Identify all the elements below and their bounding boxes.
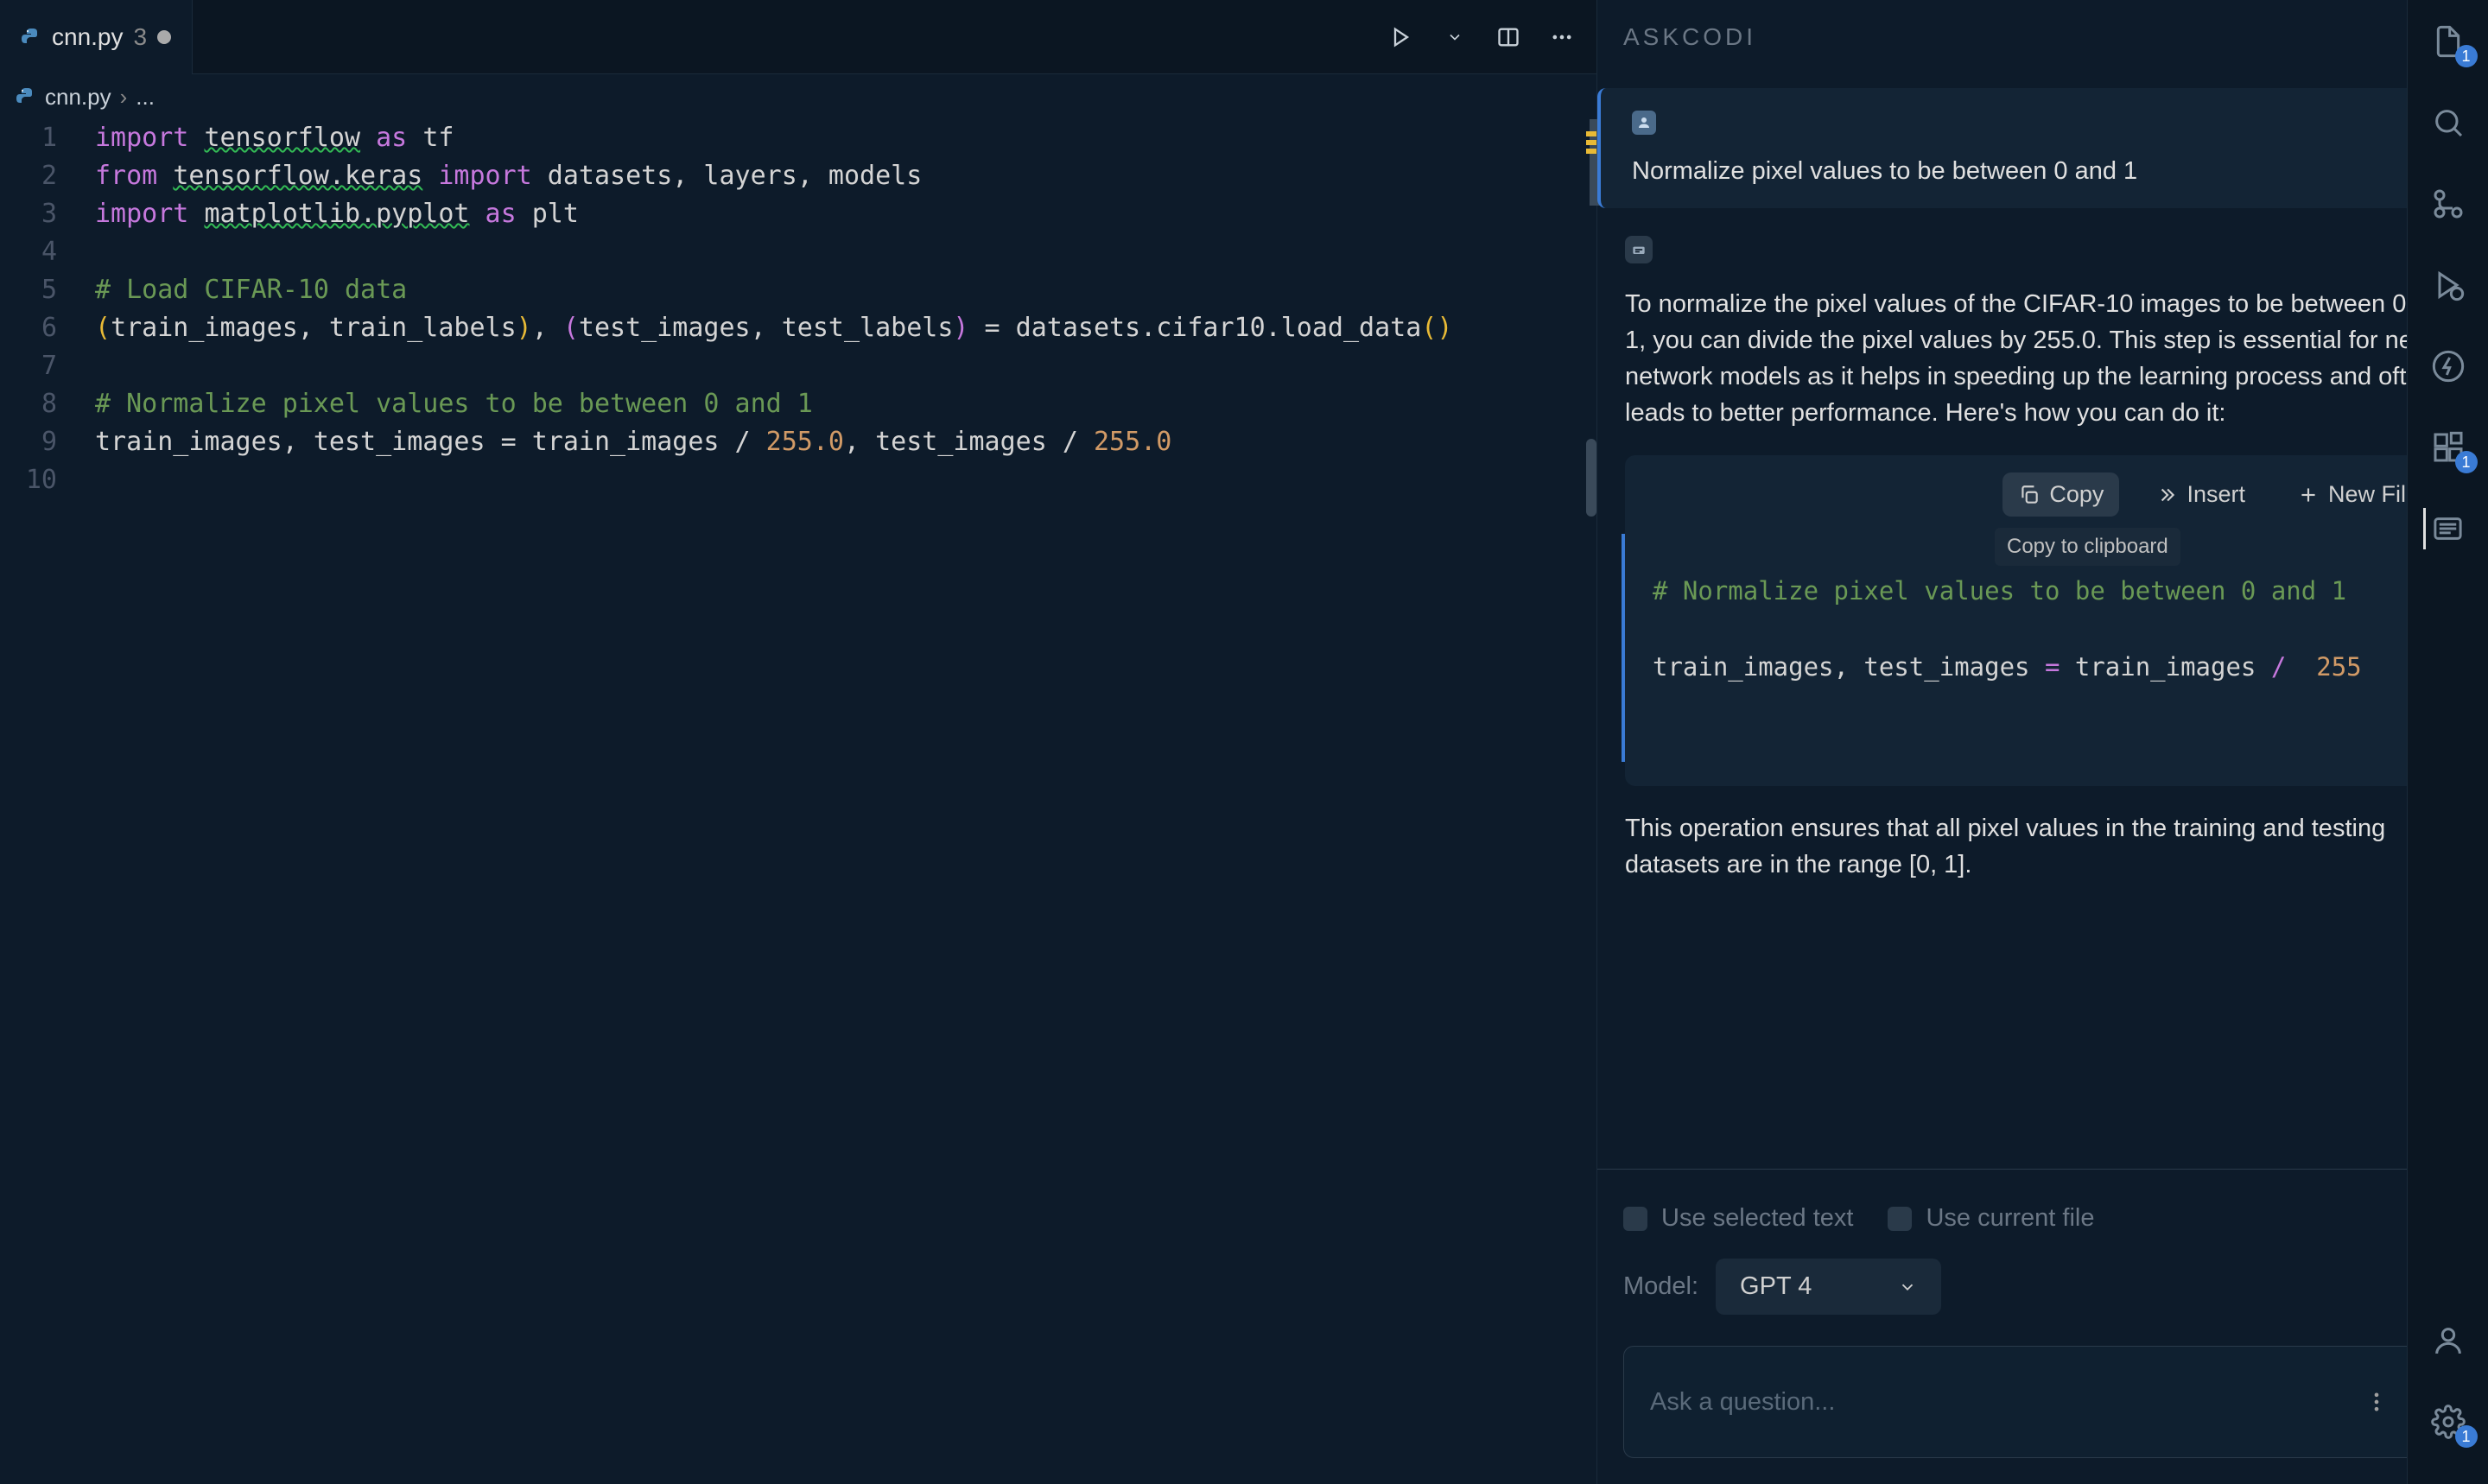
tab-bar: cnn.py 3: [0, 0, 1596, 74]
chat-header: ASKCODI: [1597, 0, 2488, 74]
checkbox-icon: [1623, 1207, 1647, 1231]
pane-resize-handle[interactable]: [1586, 439, 1596, 517]
chat-pane: ASKCODI Normalize pixel values to be bet…: [1596, 0, 2488, 1484]
breadcrumb-file: cnn.py: [45, 84, 111, 111]
ai-response-text: To normalize the pixel values of the CIF…: [1625, 286, 2460, 431]
run-debug-icon[interactable]: [2428, 264, 2469, 306]
model-label: Model:: [1623, 1272, 1698, 1301]
copy-label: Copy: [2049, 481, 2104, 508]
scroll-marker: [1586, 140, 1596, 145]
new-file-label: New File: [2328, 481, 2419, 508]
breadcrumb[interactable]: cnn.py › ...: [0, 74, 1596, 119]
chat-footer: Use selected text Use current file Model…: [1597, 1169, 2488, 1484]
code-snippet-block: Copy Insert New File Copy to clipboard #…: [1625, 455, 2460, 786]
search-icon[interactable]: [2428, 102, 2469, 143]
user-avatar-icon: [1632, 111, 1656, 135]
more-actions-button[interactable]: [1548, 23, 1576, 51]
code-snippet: # Normalize pixel values to be between 0…: [1622, 534, 2460, 762]
tab-filename: cnn.py: [52, 23, 124, 51]
editor-pane: cnn.py 3: [0, 0, 1596, 1484]
insert-button[interactable]: Insert: [2140, 472, 2261, 517]
run-button[interactable]: [1387, 23, 1415, 51]
chevron-down-icon: [1898, 1278, 1917, 1297]
line-gutter: 1 2 3 4 5 6 7 8 9 10: [0, 119, 95, 1484]
chat-input[interactable]: Ask a question...: [1623, 1346, 2462, 1458]
insert-label: Insert: [2187, 481, 2245, 508]
file-tab[interactable]: cnn.py 3: [0, 0, 193, 74]
activity-bar: 1 1 1: [2407, 0, 2488, 1484]
extensions-badge: 1: [2455, 451, 2478, 473]
breadcrumb-extra: ...: [136, 84, 155, 111]
python-icon: [16, 86, 36, 107]
run-dropdown[interactable]: [1441, 23, 1469, 51]
use-file-checkbox[interactable]: Use current file: [1888, 1204, 2094, 1233]
use-selected-checkbox[interactable]: Use selected text: [1623, 1204, 1853, 1233]
ai-response-text-2: This operation ensures that all pixel va…: [1625, 810, 2460, 883]
code-editor[interactable]: 1 2 3 4 5 6 7 8 9 10 import tensorflow a…: [0, 119, 1596, 1484]
explorer-badge: 1: [2455, 45, 2478, 67]
extensions-icon[interactable]: 1: [2428, 427, 2469, 468]
more-icon[interactable]: [2364, 1390, 2389, 1414]
user-message: Normalize pixel values to be between 0 a…: [1597, 88, 2478, 208]
explorer-icon[interactable]: 1: [2428, 21, 2469, 62]
chat-input-placeholder: Ask a question...: [1650, 1388, 2347, 1417]
account-icon[interactable]: [2428, 1320, 2469, 1361]
chat-body: Normalize pixel values to be between 0 a…: [1597, 74, 2488, 1169]
scroll-marker: [1586, 131, 1596, 136]
user-message-text: Normalize pixel values to be between 0 a…: [1632, 157, 2447, 186]
checkbox-icon: [1888, 1207, 1912, 1231]
copy-button[interactable]: Copy: [2002, 472, 2119, 517]
code-content[interactable]: import tensorflow as tf from tensorflow.…: [95, 119, 1596, 1484]
ai-avatar-icon: [1625, 236, 1653, 263]
tab-dirty-indicator: [157, 30, 171, 44]
ai-message: To normalize the pixel values of the CIF…: [1625, 236, 2460, 883]
bolt-icon[interactable]: [2428, 346, 2469, 387]
copy-tooltip: Copy to clipboard: [1995, 528, 2180, 566]
model-select[interactable]: GPT 4: [1716, 1259, 1941, 1315]
chevron-right-icon: ›: [120, 84, 128, 111]
python-icon: [21, 27, 41, 48]
source-control-icon[interactable]: [2428, 183, 2469, 225]
model-value: GPT 4: [1740, 1272, 1812, 1301]
settings-badge: 1: [2455, 1425, 2478, 1448]
askcodi-icon[interactable]: [2423, 508, 2465, 549]
split-editor-button[interactable]: [1495, 23, 1522, 51]
scroll-marker: [1586, 149, 1596, 154]
tab-problems-badge: 3: [134, 23, 148, 51]
settings-icon[interactable]: 1: [2428, 1401, 2469, 1443]
